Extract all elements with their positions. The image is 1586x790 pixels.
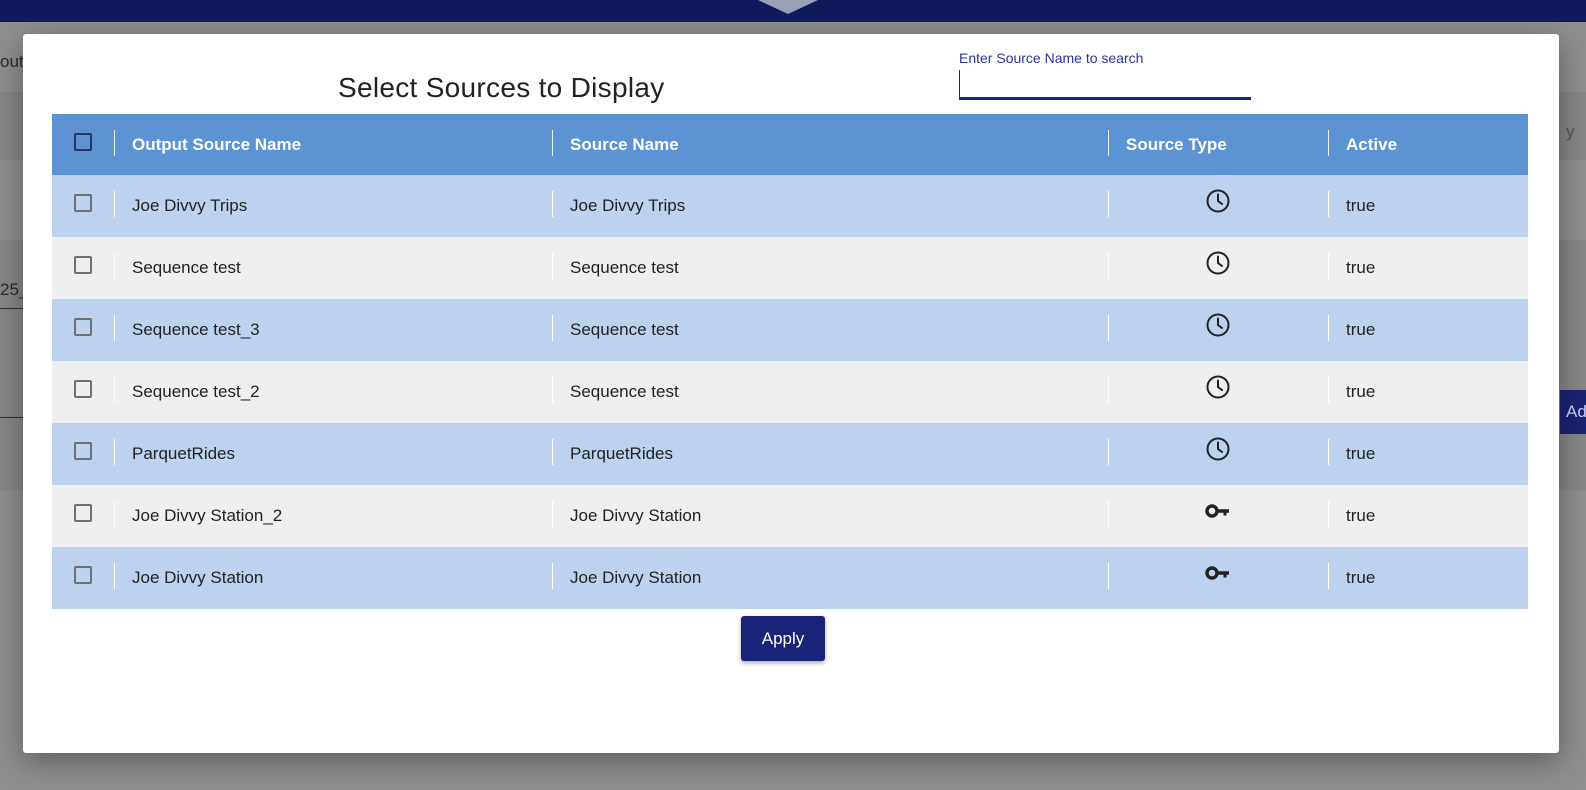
search-field: Enter Source Name to search: [959, 50, 1251, 100]
clock-icon: [1204, 435, 1232, 463]
select-all-cell: [52, 114, 114, 175]
table-body: Joe Divvy Trips Joe Divvy Trips true Sequen…: [52, 175, 1528, 609]
table-row[interactable]: Sequence test_3 Sequence test true: [52, 299, 1528, 361]
apply-button[interactable]: Apply: [741, 616, 825, 661]
output-source-name-cell: Sequence test_3: [114, 299, 552, 361]
table-row[interactable]: Sequence test Sequence test true: [52, 237, 1528, 299]
output-source-name-cell: Sequence test_2: [114, 361, 552, 423]
output-source-name-cell: Joe Divvy Station_2: [114, 485, 552, 547]
source-name-cell: Sequence test: [552, 237, 1108, 299]
row-select-cell: [52, 423, 114, 485]
active-cell: true: [1328, 361, 1528, 423]
row-select-cell: [52, 361, 114, 423]
dialog-title: Select Sources to Display: [338, 72, 665, 103]
source-name-cell: ParquetRides: [552, 423, 1108, 485]
source-type-cell: [1108, 237, 1328, 299]
row-checkbox[interactable]: [74, 566, 92, 584]
row-select-cell: [52, 299, 114, 361]
row-checkbox[interactable]: [74, 442, 92, 460]
output-source-name-cell: Sequence test: [114, 237, 552, 299]
key-icon: [1204, 497, 1232, 525]
active-cell: true: [1328, 175, 1528, 237]
source-type-cell: [1108, 361, 1328, 423]
select-sources-dialog: Select Sources to Display Enter Source N…: [23, 34, 1559, 753]
key-icon: [1204, 559, 1232, 587]
source-type-cell: [1108, 299, 1328, 361]
row-select-cell: [52, 485, 114, 547]
source-type-cell: [1108, 423, 1328, 485]
source-type-cell: [1108, 175, 1328, 237]
row-select-cell: [52, 175, 114, 237]
active-cell: true: [1328, 423, 1528, 485]
row-checkbox[interactable]: [74, 256, 92, 274]
sources-table: Output Source Name Source Name Source Ty…: [52, 114, 1528, 609]
source-type-cell: [1108, 485, 1328, 547]
column-header-source-name[interactable]: Source Name: [552, 114, 1108, 175]
table-header: Output Source Name Source Name Source Ty…: [52, 114, 1528, 175]
row-checkbox[interactable]: [74, 318, 92, 336]
column-header-source-type[interactable]: Source Type: [1108, 114, 1328, 175]
clock-icon: [1204, 187, 1232, 215]
output-source-name-cell: Joe Divvy Station: [114, 547, 552, 609]
active-cell: true: [1328, 485, 1528, 547]
source-name-cell: Joe Divvy Trips: [552, 175, 1108, 237]
column-header-output-source-name[interactable]: Output Source Name: [114, 114, 552, 175]
active-cell: true: [1328, 299, 1528, 361]
output-source-name-cell: ParquetRides: [114, 423, 552, 485]
table-row[interactable]: Joe Divvy Station Joe Divvy Station true: [52, 547, 1528, 609]
column-header-active[interactable]: Active: [1328, 114, 1528, 175]
row-checkbox[interactable]: [74, 504, 92, 522]
table-row[interactable]: Sequence test_2 Sequence test true: [52, 361, 1528, 423]
row-select-cell: [52, 547, 114, 609]
clock-icon: [1204, 249, 1232, 277]
search-input[interactable]: [959, 70, 1251, 100]
clock-icon: [1204, 311, 1232, 339]
source-name-cell: Joe Divvy Station: [552, 485, 1108, 547]
active-cell: true: [1328, 237, 1528, 299]
row-checkbox[interactable]: [74, 380, 92, 398]
table-row[interactable]: Joe Divvy Trips Joe Divvy Trips true: [52, 175, 1528, 237]
active-cell: true: [1328, 547, 1528, 609]
select-all-checkbox[interactable]: [74, 132, 92, 151]
table-row[interactable]: ParquetRides ParquetRides true: [52, 423, 1528, 485]
row-select-cell: [52, 237, 114, 299]
clock-icon: [1204, 373, 1232, 401]
output-source-name-cell: Joe Divvy Trips: [114, 175, 552, 237]
row-checkbox[interactable]: [74, 194, 92, 212]
source-type-cell: [1108, 547, 1328, 609]
search-label: Enter Source Name to search: [959, 50, 1144, 66]
table-row[interactable]: Joe Divvy Station_2 Joe Divvy Station true: [52, 485, 1528, 547]
source-name-cell: Sequence test: [552, 361, 1108, 423]
source-name-cell: Sequence test: [552, 299, 1108, 361]
source-name-cell: Joe Divvy Station: [552, 547, 1108, 609]
